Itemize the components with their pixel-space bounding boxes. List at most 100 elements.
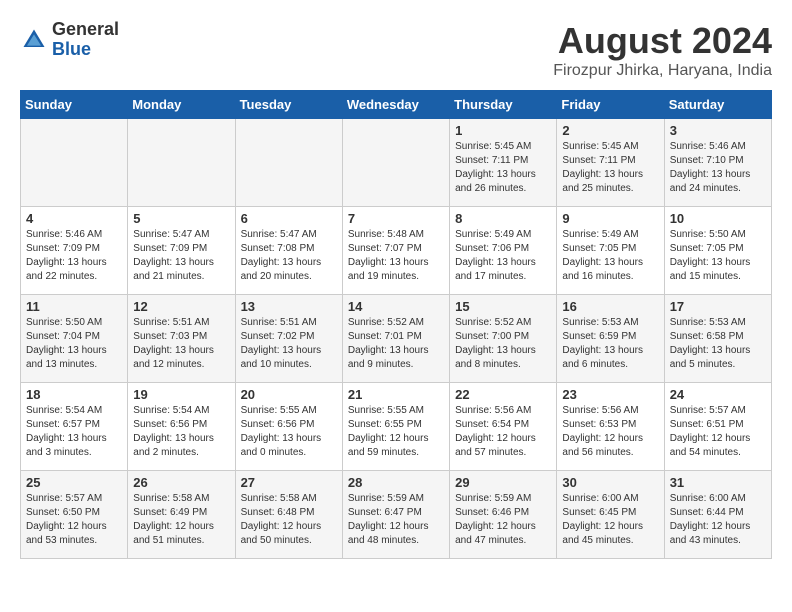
day-info: Sunrise: 5:48 AM Sunset: 7:07 PM Dayligh…	[348, 228, 444, 284]
location: Firozpur Jhirka, Haryana, India	[553, 62, 772, 80]
month-year: August 2024	[553, 20, 772, 62]
page-header: General Blue August 2024 Firozpur Jhirka…	[20, 20, 772, 80]
day-number: 19	[133, 387, 229, 402]
weekday-header-sunday: Sunday	[21, 91, 128, 119]
day-info: Sunrise: 5:49 AM Sunset: 7:06 PM Dayligh…	[455, 228, 551, 284]
title-block: August 2024 Firozpur Jhirka, Haryana, In…	[553, 20, 772, 80]
day-info: Sunrise: 5:58 AM Sunset: 6:49 PM Dayligh…	[133, 492, 229, 548]
day-cell: 23 Sunrise: 5:56 AM Sunset: 6:53 PM Dayli…	[557, 383, 664, 471]
day-number: 1	[455, 123, 551, 138]
week-row-5: 25 Sunrise: 5:57 AM Sunset: 6:50 PM Dayli…	[21, 471, 772, 559]
day-cell: 6 Sunrise: 5:47 AM Sunset: 7:08 PM Daylig…	[235, 207, 342, 295]
day-info: Sunrise: 5:57 AM Sunset: 6:51 PM Dayligh…	[670, 404, 766, 460]
day-number: 10	[670, 211, 766, 226]
day-cell: 24 Sunrise: 5:57 AM Sunset: 6:51 PM Dayli…	[664, 383, 771, 471]
weekday-header-friday: Friday	[557, 91, 664, 119]
day-cell: 26Sunrise: 5:58 AM Sunset: 6:49 PM Dayli…	[128, 471, 235, 559]
day-number: 9	[562, 211, 658, 226]
day-cell: 28Sunrise: 5:59 AM Sunset: 6:47 PM Dayli…	[342, 471, 449, 559]
day-cell: 5 Sunrise: 5:47 AM Sunset: 7:09 PM Daylig…	[128, 207, 235, 295]
day-info: Sunrise: 5:56 AM Sunset: 6:53 PM Dayligh…	[562, 404, 658, 460]
day-cell: 15 Sunrise: 5:52 AM Sunset: 7:00 PM Dayli…	[450, 295, 557, 383]
day-number: 22	[455, 387, 551, 402]
day-info: Sunrise: 5:53 AM Sunset: 6:58 PM Dayligh…	[670, 316, 766, 372]
day-number: 14	[348, 299, 444, 314]
day-cell	[342, 119, 449, 207]
day-cell: 27 Sunrise: 5:58 AM Sunset: 6:48 PM Dayli…	[235, 471, 342, 559]
week-row-4: 18Sunrise: 5:54 AM Sunset: 6:57 PM Dayli…	[21, 383, 772, 471]
day-number: 20	[241, 387, 337, 402]
day-info: Sunrise: 5:59 AM Sunset: 6:46 PM Dayligh…	[455, 492, 551, 548]
day-cell: 16Sunrise: 5:53 AM Sunset: 6:59 PM Dayli…	[557, 295, 664, 383]
day-info: Sunrise: 5:54 AM Sunset: 6:56 PM Dayligh…	[133, 404, 229, 460]
weekday-header-row: SundayMondayTuesdayWednesdayThursdayFrid…	[21, 91, 772, 119]
day-cell: 17Sunrise: 5:53 AM Sunset: 6:58 PM Dayli…	[664, 295, 771, 383]
day-info: Sunrise: 5:56 AM Sunset: 6:54 PM Dayligh…	[455, 404, 551, 460]
day-info: Sunrise: 5:47 AM Sunset: 7:09 PM Dayligh…	[133, 228, 229, 284]
day-number: 13	[241, 299, 337, 314]
day-info: Sunrise: 6:00 AM Sunset: 6:45 PM Dayligh…	[562, 492, 658, 548]
logo-text: General Blue	[52, 20, 119, 60]
weekday-header-saturday: Saturday	[664, 91, 771, 119]
day-number: 21	[348, 387, 444, 402]
day-info: Sunrise: 6:00 AM Sunset: 6:44 PM Dayligh…	[670, 492, 766, 548]
day-cell: 9 Sunrise: 5:49 AM Sunset: 7:05 PM Daylig…	[557, 207, 664, 295]
day-cell: 12 Sunrise: 5:51 AM Sunset: 7:03 PM Dayli…	[128, 295, 235, 383]
day-cell: 3 Sunrise: 5:46 AM Sunset: 7:10 PM Daylig…	[664, 119, 771, 207]
day-info: Sunrise: 5:46 AM Sunset: 7:09 PM Dayligh…	[26, 228, 122, 284]
day-info: Sunrise: 5:57 AM Sunset: 6:50 PM Dayligh…	[26, 492, 122, 548]
day-info: Sunrise: 5:45 AM Sunset: 7:11 PM Dayligh…	[562, 140, 658, 196]
logo-icon	[20, 26, 48, 54]
day-cell	[235, 119, 342, 207]
day-cell	[21, 119, 128, 207]
day-number: 25	[26, 475, 122, 490]
day-cell: 8Sunrise: 5:49 AM Sunset: 7:06 PM Daylig…	[450, 207, 557, 295]
day-number: 16	[562, 299, 658, 314]
day-info: Sunrise: 5:55 AM Sunset: 6:55 PM Dayligh…	[348, 404, 444, 460]
day-cell: 21 Sunrise: 5:55 AM Sunset: 6:55 PM Dayli…	[342, 383, 449, 471]
day-info: Sunrise: 5:58 AM Sunset: 6:48 PM Dayligh…	[241, 492, 337, 548]
day-number: 27	[241, 475, 337, 490]
day-cell: 20 Sunrise: 5:55 AM Sunset: 6:56 PM Dayli…	[235, 383, 342, 471]
day-cell: 18Sunrise: 5:54 AM Sunset: 6:57 PM Dayli…	[21, 383, 128, 471]
day-number: 3	[670, 123, 766, 138]
day-number: 24	[670, 387, 766, 402]
day-number: 2	[562, 123, 658, 138]
day-cell: 19 Sunrise: 5:54 AM Sunset: 6:56 PM Dayli…	[128, 383, 235, 471]
day-info: Sunrise: 5:52 AM Sunset: 7:00 PM Dayligh…	[455, 316, 551, 372]
weekday-header-wednesday: Wednesday	[342, 91, 449, 119]
day-cell: 2 Sunrise: 5:45 AM Sunset: 7:11 PM Daylig…	[557, 119, 664, 207]
day-number: 11	[26, 299, 122, 314]
day-info: Sunrise: 5:55 AM Sunset: 6:56 PM Dayligh…	[241, 404, 337, 460]
day-info: Sunrise: 5:47 AM Sunset: 7:08 PM Dayligh…	[241, 228, 337, 284]
day-number: 28	[348, 475, 444, 490]
day-number: 23	[562, 387, 658, 402]
day-cell: 13Sunrise: 5:51 AM Sunset: 7:02 PM Dayli…	[235, 295, 342, 383]
week-row-3: 11 Sunrise: 5:50 AM Sunset: 7:04 PM Dayli…	[21, 295, 772, 383]
day-info: Sunrise: 5:50 AM Sunset: 7:05 PM Dayligh…	[670, 228, 766, 284]
day-cell: 25 Sunrise: 5:57 AM Sunset: 6:50 PM Dayli…	[21, 471, 128, 559]
day-cell: 30Sunrise: 6:00 AM Sunset: 6:45 PM Dayli…	[557, 471, 664, 559]
day-number: 15	[455, 299, 551, 314]
day-cell: 4Sunrise: 5:46 AM Sunset: 7:09 PM Daylig…	[21, 207, 128, 295]
day-cell: 31Sunrise: 6:00 AM Sunset: 6:44 PM Dayli…	[664, 471, 771, 559]
day-info: Sunrise: 5:49 AM Sunset: 7:05 PM Dayligh…	[562, 228, 658, 284]
day-number: 29	[455, 475, 551, 490]
day-info: Sunrise: 5:51 AM Sunset: 7:03 PM Dayligh…	[133, 316, 229, 372]
weekday-header-thursday: Thursday	[450, 91, 557, 119]
week-row-2: 4Sunrise: 5:46 AM Sunset: 7:09 PM Daylig…	[21, 207, 772, 295]
day-number: 6	[241, 211, 337, 226]
day-info: Sunrise: 5:46 AM Sunset: 7:10 PM Dayligh…	[670, 140, 766, 196]
logo-general: General	[52, 20, 119, 40]
logo-blue: Blue	[52, 40, 119, 60]
day-cell	[128, 119, 235, 207]
week-row-1: 1 Sunrise: 5:45 AM Sunset: 7:11 PM Daylig…	[21, 119, 772, 207]
logo: General Blue	[20, 20, 119, 60]
day-info: Sunrise: 5:45 AM Sunset: 7:11 PM Dayligh…	[455, 140, 551, 196]
day-number: 18	[26, 387, 122, 402]
day-number: 12	[133, 299, 229, 314]
day-cell: 7Sunrise: 5:48 AM Sunset: 7:07 PM Daylig…	[342, 207, 449, 295]
day-info: Sunrise: 5:50 AM Sunset: 7:04 PM Dayligh…	[26, 316, 122, 372]
day-number: 5	[133, 211, 229, 226]
day-cell: 11 Sunrise: 5:50 AM Sunset: 7:04 PM Dayli…	[21, 295, 128, 383]
